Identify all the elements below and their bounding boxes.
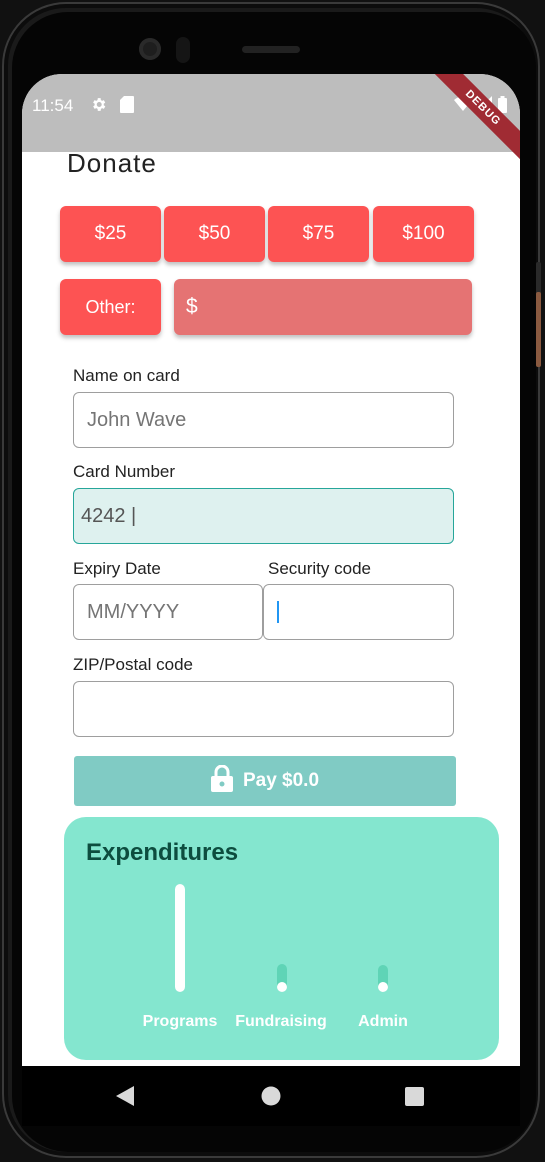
amount-50-button[interactable]: $50 xyxy=(164,206,265,262)
amount-75-button[interactable]: $75 xyxy=(268,206,369,262)
back-icon[interactable] xyxy=(116,1086,136,1111)
lock-icon xyxy=(210,764,233,798)
expiry-field[interactable]: MM/YYYY xyxy=(73,584,263,640)
security-code-field[interactable] xyxy=(263,584,454,640)
card-number-value: 4242 | xyxy=(81,504,137,527)
card-number-label: Card Number xyxy=(73,462,176,481)
admin-bar-track xyxy=(378,965,388,992)
status-bar: 11:54 DEBUG xyxy=(22,74,520,169)
status-time: 11:54 xyxy=(32,96,74,115)
amount-100-button[interactable]: $100 xyxy=(373,206,474,262)
programs-bar-track xyxy=(175,884,185,992)
security-code-label: Security code xyxy=(268,559,371,578)
expiry-label: Expiry Date xyxy=(73,559,161,578)
fundraising-label: Fundraising xyxy=(235,1013,327,1030)
settings-icon xyxy=(90,96,107,118)
sensor xyxy=(176,37,190,63)
admin-bar-fill xyxy=(378,982,388,992)
other-amount-input[interactable]: $ xyxy=(174,279,472,335)
admin-label: Admin xyxy=(358,1013,408,1030)
name-label: Name on card xyxy=(73,366,180,385)
debug-banner: DEBUG xyxy=(422,74,520,169)
front-camera xyxy=(139,38,161,60)
expenditures-title: Expenditures xyxy=(86,839,239,866)
pay-button[interactable]: Pay $0.0 xyxy=(74,756,456,806)
recents-icon[interactable] xyxy=(405,1087,424,1111)
currency-prefix: $ xyxy=(186,295,198,318)
pay-label: Pay $0.0 xyxy=(242,770,320,791)
navigation-bar xyxy=(22,1066,520,1126)
home-icon[interactable] xyxy=(261,1086,281,1111)
fundraising-bar-track xyxy=(277,964,287,992)
zip-label: ZIP/Postal code xyxy=(73,655,194,674)
expenditures-card: Expenditures Programs Fundraising Admin xyxy=(64,817,499,1060)
sd-card-icon xyxy=(120,96,134,118)
screen: 11:54 DEBUG Donate $25 $50 $75 $100 Othe… xyxy=(22,74,520,1126)
programs-bar-fill xyxy=(175,884,185,992)
name-field[interactable]: John Wave xyxy=(73,392,454,448)
text-cursor xyxy=(277,601,279,623)
programs-label: Programs xyxy=(142,1013,218,1030)
other-amount-button[interactable]: Other: xyxy=(60,279,161,335)
expiry-placeholder: MM/YYYY xyxy=(87,600,180,623)
name-value: John Wave xyxy=(87,408,187,431)
card-number-field[interactable]: 4242 | xyxy=(73,488,454,544)
page-title: Donate xyxy=(67,148,157,178)
power-button xyxy=(536,292,541,367)
zip-field[interactable] xyxy=(73,681,454,737)
amount-25-button[interactable]: $25 xyxy=(60,206,161,262)
fundraising-bar-fill xyxy=(277,982,287,992)
earpiece-speaker xyxy=(242,46,300,53)
